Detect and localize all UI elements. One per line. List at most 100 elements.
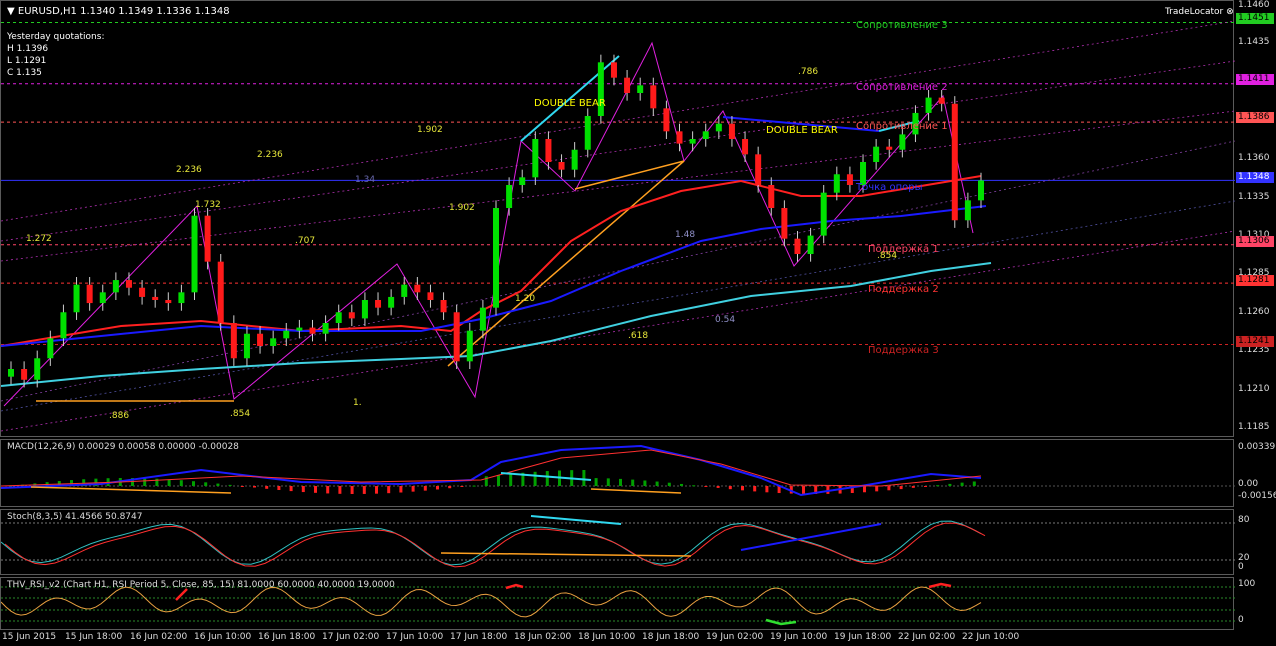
candle-body	[899, 134, 906, 150]
fib-label: 0.54	[715, 315, 736, 325]
macd-histogram-bar	[911, 486, 915, 488]
candle-body	[401, 284, 408, 297]
candle-body	[375, 300, 382, 308]
macd-histogram-bar	[875, 486, 879, 492]
macd-histogram-bar	[375, 486, 378, 494]
price-tick: 1.1260	[1238, 307, 1270, 317]
macd-histogram-bar	[460, 486, 464, 487]
fib-fan-line	[1, 20, 1235, 222]
macd-histogram-bar	[411, 486, 415, 492]
rsi-pane[interactable]: THV_RSI_v2 (Chart H1, RSI Period 5, Clos…	[0, 577, 1235, 630]
candle-body	[833, 174, 840, 193]
candle-body	[637, 85, 644, 93]
price-chart[interactable]	[1, 1, 1235, 438]
time-tick: 15 Jun 18:00	[65, 632, 123, 642]
pattern-label-double-bear-1: DOUBLE BEAR	[534, 98, 606, 109]
candle-body	[296, 327, 303, 331]
level-label-pivot: Точка опоры	[856, 182, 923, 193]
symbol-header: ▼ EURUSD,H1 1.1340 1.1349 1.1336 1.1348	[7, 6, 230, 17]
rsi-overbought-mark	[505, 583, 524, 590]
price-tick: 1.1360	[1238, 153, 1270, 163]
macd-tick: 0.00339	[1238, 442, 1276, 452]
brand-label[interactable]: TradeLocator ⊗	[1165, 7, 1234, 17]
candle-body	[663, 108, 670, 132]
stoch-axis: 80 20 0	[1236, 509, 1276, 575]
macd-line	[1, 444, 982, 497]
macd-histogram-bar	[399, 486, 403, 493]
candle-body	[728, 123, 735, 139]
candle-body	[715, 123, 722, 132]
macd-histogram-bar	[289, 486, 293, 492]
candle-body	[873, 146, 880, 162]
macd-histogram-bar	[972, 481, 976, 486]
candle-body	[794, 238, 801, 254]
macd-histogram-bar	[472, 485, 476, 487]
level-label-r2: Сопротивление 2	[856, 82, 948, 93]
macd-histogram-bar	[545, 471, 549, 486]
candle-body	[610, 62, 617, 78]
time-tick: 22 Jun 02:00	[898, 632, 956, 642]
stochastic-pane[interactable]: Stoch(8,3,5) 41.4566 50.8747	[0, 509, 1235, 575]
candle-body	[702, 131, 709, 139]
rsi-overbought-mark	[928, 582, 952, 589]
candle-body	[125, 280, 132, 288]
fib-label: .854	[877, 251, 898, 261]
fib-label: 1.272	[26, 234, 52, 244]
candle-body	[453, 312, 460, 362]
macd-histogram-bar	[936, 485, 940, 487]
candle-body	[846, 174, 853, 185]
fib-label: .618	[628, 331, 649, 341]
stochastic-chart	[1, 515, 1235, 568]
fib-label: 1.902	[449, 203, 475, 213]
stoch-tick: 0	[1238, 562, 1244, 572]
candle-body	[466, 330, 473, 362]
level-label-r3: Сопротивление 3	[856, 20, 948, 31]
candle-body	[47, 338, 54, 359]
candle-body	[964, 200, 971, 221]
time-tick: 17 Jun 10:00	[386, 632, 444, 642]
level-label-s2: Поддержка 2	[868, 284, 939, 295]
menu-triangle-icon[interactable]: ▼	[7, 6, 15, 17]
fib-label: .707	[295, 236, 316, 246]
candle-body	[689, 139, 696, 144]
time-axis[interactable]: 15 Jun 2015 15 Jun 18:00 16 Jun 02:00 16…	[0, 631, 1276, 646]
candle-body	[34, 358, 41, 380]
macd-divergence-line	[30, 486, 232, 494]
candle-body	[650, 85, 657, 109]
harmonic-pattern-line	[3, 41, 974, 407]
candle-body	[73, 284, 80, 313]
candle-body	[217, 261, 224, 323]
macd-histogram-bar	[948, 483, 952, 486]
candle-body	[479, 307, 486, 331]
fib-label: 1.	[353, 398, 362, 408]
candle-body	[99, 292, 106, 304]
time-tick: 19 Jun 02:00	[706, 632, 764, 642]
macd-axis: 0.00339 0.00 -0.00156	[1236, 439, 1276, 507]
candle-body	[545, 139, 552, 162]
candle-body	[807, 235, 814, 254]
candle-body	[781, 208, 788, 239]
pattern-label-double-bear-2: DOUBLE BEAR	[766, 125, 838, 136]
macd-histogram-bar	[387, 486, 391, 494]
candle-body	[755, 154, 762, 185]
candle-body	[938, 97, 945, 104]
candle-body	[676, 131, 683, 144]
macd-histogram-bar	[179, 480, 183, 486]
candle-body	[440, 300, 447, 313]
macd-histogram-bar	[765, 486, 769, 493]
macd-histogram-bar	[192, 481, 195, 486]
price-chart-pane[interactable]: ▼ EURUSD,H1 1.1340 1.1349 1.1336 1.1348 …	[0, 0, 1235, 438]
yesterday-low: L 1.1291	[7, 56, 47, 66]
macd-histogram-bar	[631, 479, 635, 486]
fib-fan-line	[1, 110, 1235, 262]
macd-histogram-bar	[582, 470, 586, 486]
candle-body	[571, 149, 578, 170]
candle-body	[191, 215, 198, 293]
time-tick: 17 Jun 02:00	[322, 632, 380, 642]
macd-pane[interactable]: MACD(12,26,9) 0.00029 0.00058 0.00000 -0…	[0, 439, 1235, 507]
candle-body	[584, 116, 591, 150]
macd-histogram-bar	[960, 482, 964, 486]
price-axis[interactable]: 1.1460 1.1435 1.1360 1.1335 1.1310 1.128…	[1236, 0, 1276, 437]
candle-body	[951, 103, 958, 221]
macd-histogram-bar	[692, 485, 696, 487]
